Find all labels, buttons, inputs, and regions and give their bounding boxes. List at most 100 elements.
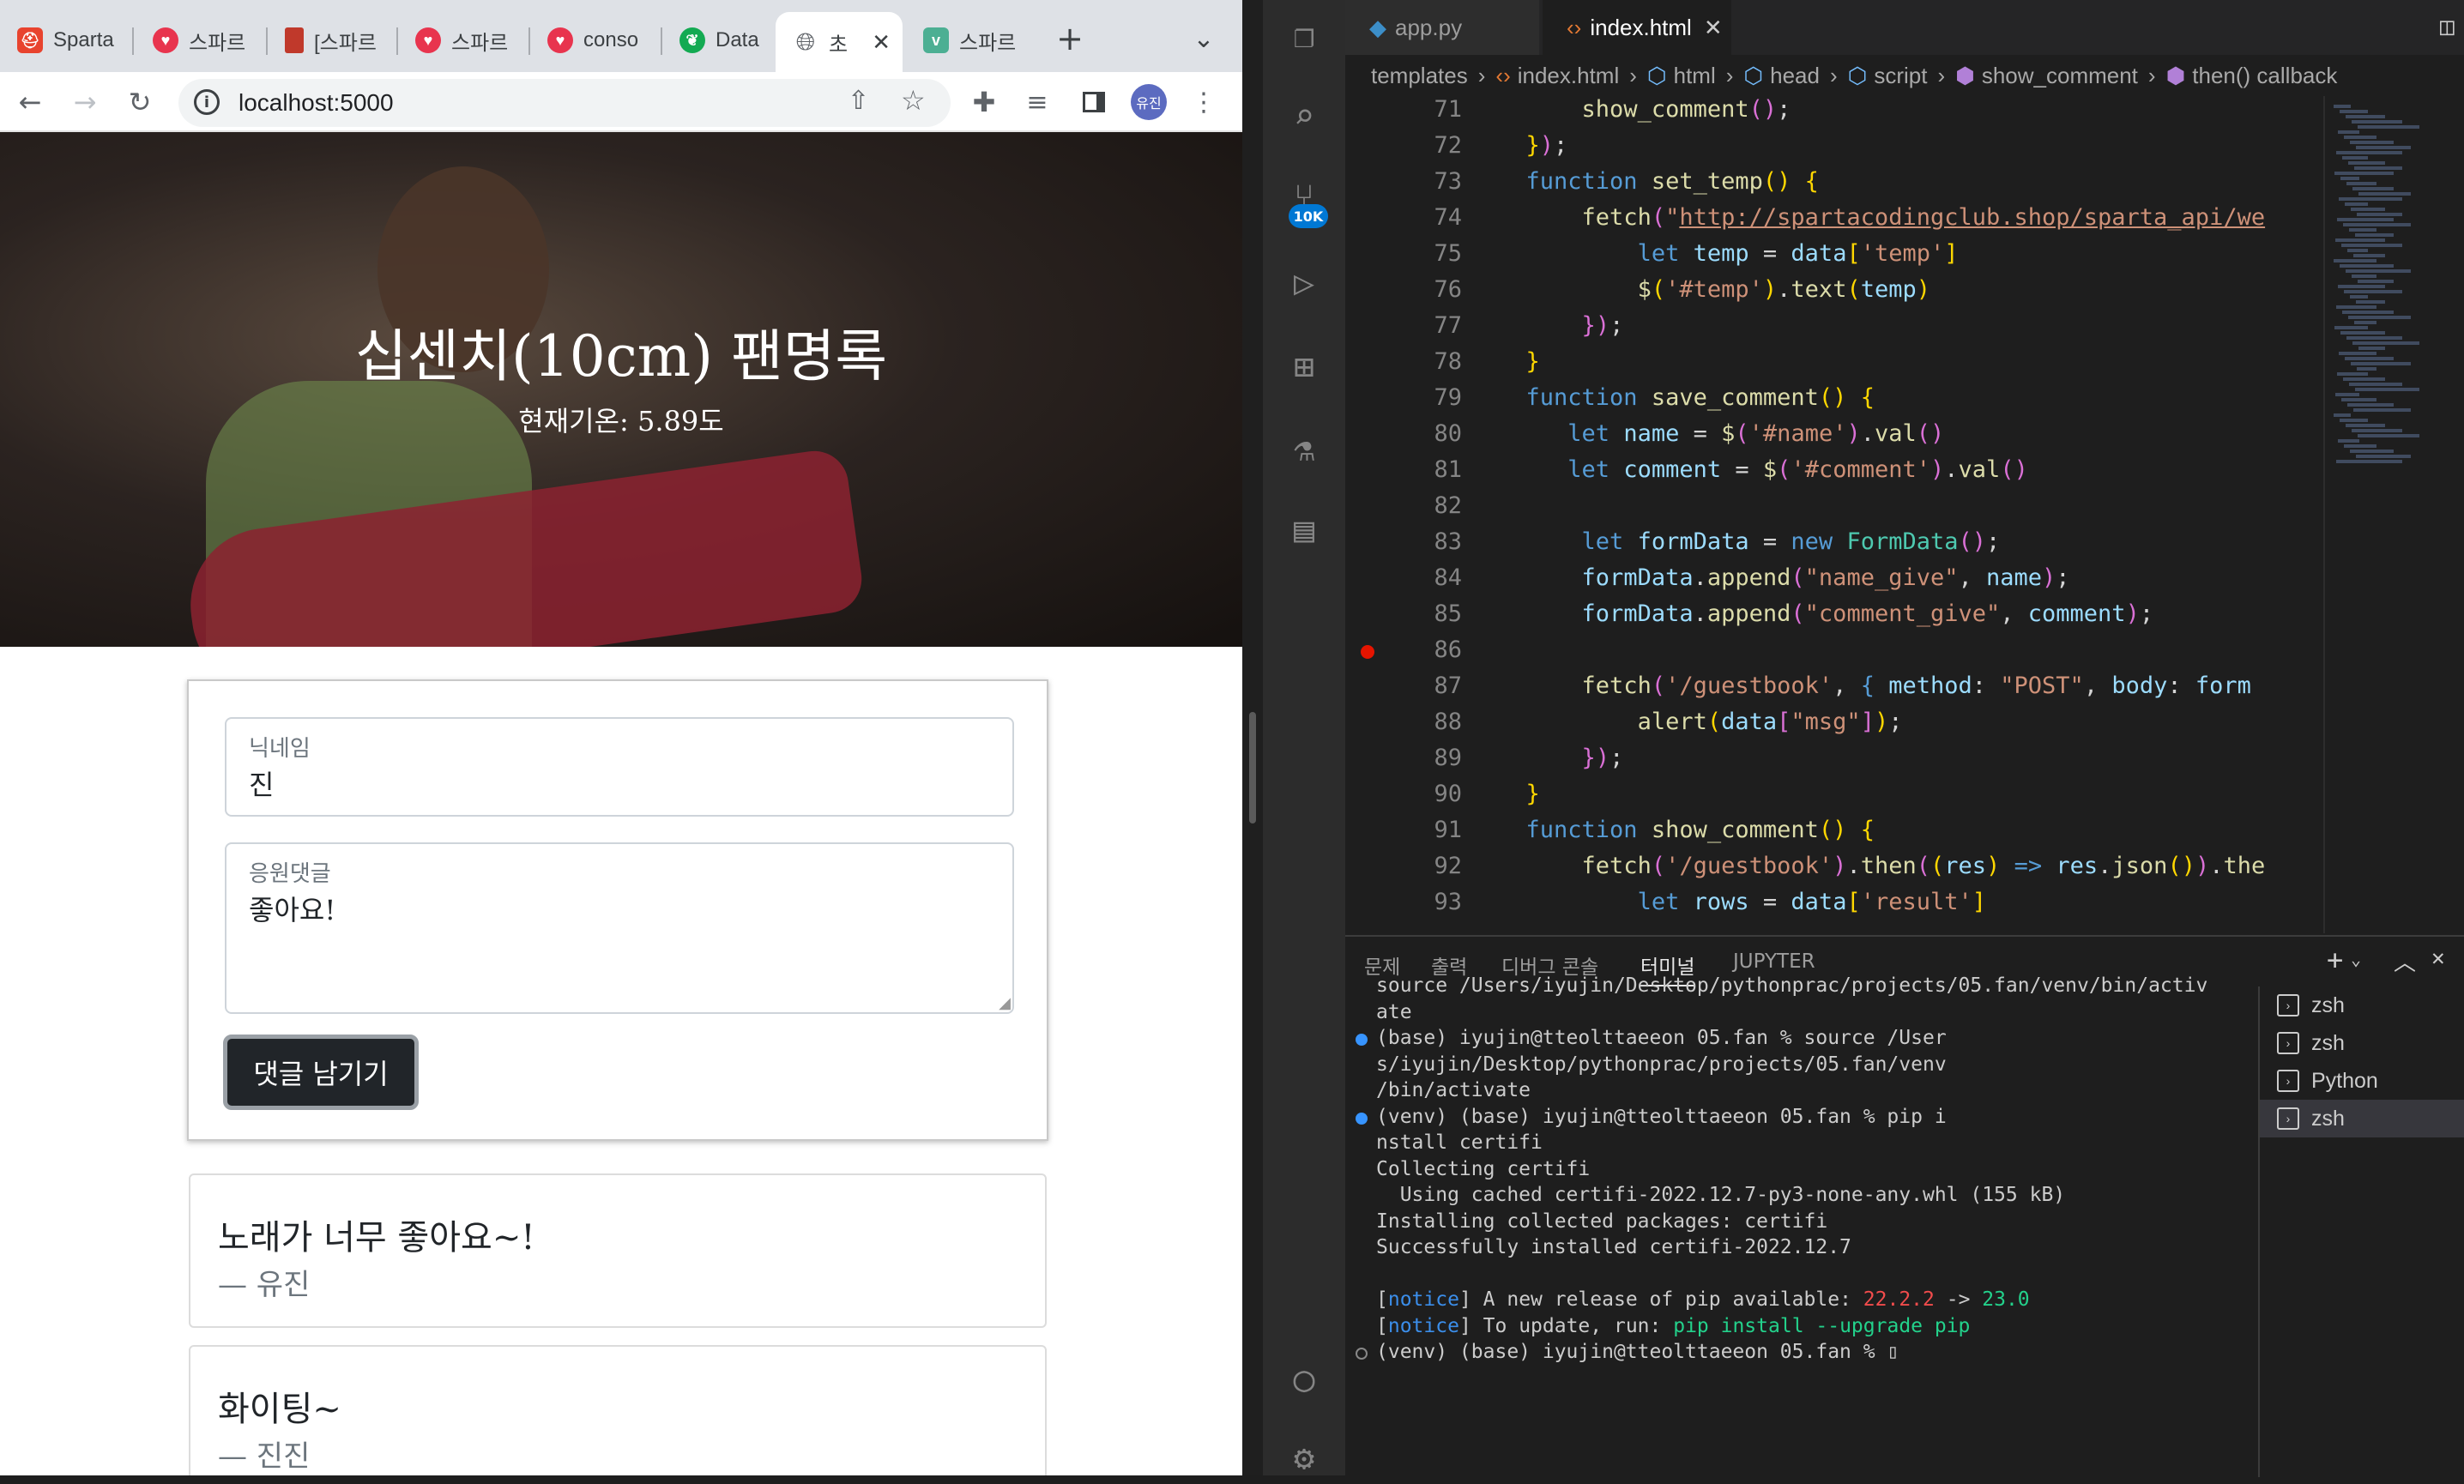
command-decoration-icon[interactable] [1356, 1348, 1368, 1360]
browser-tab[interactable]: ♥ 스파르 [398, 17, 527, 63]
minimap[interactable] [2323, 96, 2464, 933]
extensions-icon[interactable]: ✚ [964, 82, 1004, 122]
browser-tab[interactable]: ♥ conso [530, 17, 659, 63]
terminal-list: › zsh › zsh › Python › zsh [2258, 986, 2464, 1477]
panel-tab-jupyter[interactable]: JUPYTER [1733, 950, 1815, 973]
close-tab-icon[interactable]: ✕ [872, 29, 891, 56]
chevron-down-icon[interactable]: ⌄ [2351, 949, 2361, 969]
breadcrumb-item[interactable]: head [1770, 63, 1820, 89]
media-queue-icon[interactable]: ≡ [1018, 82, 1057, 122]
breadcrumb-item[interactable]: templates [1371, 63, 1468, 89]
settings-gear-icon[interactable]: ⚙ [1278, 1433, 1330, 1484]
line-number: 77 [1434, 312, 1462, 339]
back-icon[interactable]: ← [10, 82, 50, 122]
code-line: alert(data["msg"]); [1637, 709, 1903, 735]
nickname-input[interactable]: 진 [249, 763, 274, 803]
bookmark-star-icon[interactable]: ☆ [901, 84, 926, 117]
side-panel-icon[interactable] [1074, 82, 1114, 122]
close-panel-icon[interactable]: ✕ [2431, 945, 2445, 971]
extensions-icon[interactable]: ⊞ [1278, 341, 1330, 393]
forward-icon[interactable]: → [65, 82, 105, 122]
command-decoration-icon[interactable] [1356, 1112, 1368, 1125]
minimap-line [2338, 130, 2359, 134]
line-number: 85 [1434, 600, 1462, 627]
search-icon[interactable]: ⌕ [1278, 91, 1330, 142]
minimap-line [2357, 213, 2402, 216]
browser-tab[interactable]: [스파르 [268, 17, 395, 63]
tab-label: Sparta [53, 28, 114, 51]
menu-kebab-icon[interactable]: ⋮ [1184, 82, 1223, 122]
nickname-field[interactable]: 닉네임 진 [225, 717, 1014, 817]
browser-tab[interactable]: ⛑ Sparta [0, 17, 129, 63]
minimap-line [2346, 115, 2385, 118]
minimap-line [2351, 362, 2411, 365]
mongodb-leaf-icon: ❦ [679, 27, 705, 53]
browser-tab[interactable]: ❦ Data [662, 17, 774, 63]
profile-avatar[interactable]: 유진 [1131, 84, 1167, 120]
testing-flask-icon[interactable]: ⚗ [1278, 424, 1330, 475]
accounts-icon[interactable]: ◯ [1278, 1354, 1330, 1405]
html-file-icon: ‹› [1567, 14, 1582, 40]
maximize-panel-icon[interactable]: ︿ [2394, 945, 2416, 977]
breadcrumb-item[interactable]: html [1674, 63, 1716, 89]
explorer-icon[interactable]: ❐ [1278, 10, 1330, 62]
line-number: 78 [1434, 348, 1462, 375]
save-comment-button[interactable]: 댓글 남기기 [223, 1035, 419, 1110]
line-number: 81 [1434, 456, 1462, 483]
terminal-item[interactable]: › zsh [2260, 1024, 2464, 1062]
source-control-badge: 10K [1289, 204, 1328, 228]
address-bar[interactable]: i localhost:5000 ⇧ ☆ [178, 79, 951, 127]
window-splitter[interactable] [1242, 0, 1263, 1475]
reload-icon[interactable]: ↻ [120, 82, 160, 122]
hero-banner: 십센치(10cm) 팬명록 현재기온: 5.89도 [0, 132, 1242, 647]
tab-search-button[interactable]: ⌄ [1184, 19, 1223, 58]
activity-bar: ❐ ⌕ ⑂ 10K ▷ ⊞ ⚗ ▤ ◯ ⚙ [1263, 0, 1345, 1478]
notebook-icon[interactable]: ▤ [1278, 504, 1330, 556]
tab-label: Data [716, 28, 759, 51]
terminal-item[interactable]: › zsh [2260, 986, 2464, 1024]
resize-handle-icon[interactable]: ◢ [999, 994, 1011, 1012]
breadcrumb-item[interactable]: show_comment [1982, 63, 2138, 89]
code-editor[interactable]: 71 72 73 74 75 76 77 78 79 80 81 82 83 84 85 86 87 88 89 90… [1345, 96, 2464, 933]
chevron-right-icon: › [1477, 62, 1486, 88]
browser-tab-active[interactable]: 🌐︎ 초 ✕ [776, 12, 903, 72]
terminal-item-active[interactable]: › zsh [2260, 1100, 2464, 1137]
line-number: 92 [1434, 853, 1462, 879]
comment-textarea[interactable]: 좋아요! [249, 889, 335, 928]
code-line: show_comment(); [1581, 96, 1791, 123]
terminal-item[interactable]: › Python [2260, 1062, 2464, 1100]
split-editor-icon[interactable]: ◫ [2440, 12, 2455, 40]
minimap-line [2345, 357, 2394, 360]
minimap-line [2346, 424, 2385, 427]
tab-label: 스파르 [451, 31, 509, 55]
splitter-handle[interactable] [1249, 712, 1256, 823]
minimap-line [2347, 249, 2368, 252]
breakpoint-icon[interactable] [1361, 645, 1374, 659]
breadcrumb-item[interactable]: then() callback [2192, 63, 2337, 89]
new-terminal-icon[interactable]: + [2327, 944, 2343, 976]
line-number: 71 [1434, 96, 1462, 123]
comment-field[interactable]: 응원댓글 좋아요! ◢ [225, 842, 1014, 1014]
minimap-line [2338, 439, 2359, 443]
minimap-line [2348, 161, 2385, 165]
minimap-line [2358, 280, 2394, 283]
browser-toolbar: ← → ↻ i localhost:5000 ⇧ ☆ ✚ ≡ 유진 ⋮ [0, 72, 1242, 132]
code-line: $('#temp').text(temp) [1637, 276, 1931, 303]
minimap-line [2354, 166, 2402, 170]
minimap-line [2354, 321, 2376, 324]
site-info-icon[interactable]: i [194, 89, 220, 115]
browser-tab[interactable]: ♥ 스파르 [136, 17, 264, 63]
html-file-icon: ‹› [1495, 62, 1511, 88]
tab-app-py[interactable]: ◆ app.py [1345, 0, 1541, 55]
sparta-icon: ⛑ [17, 27, 43, 53]
minimap-line [2352, 187, 2394, 190]
breadcrumb-item[interactable]: script [1874, 63, 1927, 89]
command-decoration-icon[interactable] [1356, 1034, 1368, 1046]
share-icon[interactable]: ⇧ [848, 86, 869, 116]
new-tab-button[interactable]: + [1050, 19, 1090, 58]
run-debug-icon[interactable]: ▷ [1278, 257, 1330, 309]
close-icon[interactable]: ✕ [1704, 15, 1723, 41]
breadcrumb-item[interactable]: index.html [1518, 63, 1620, 89]
tab-index-html[interactable]: ‹› index.html ✕ [1543, 0, 1731, 55]
browser-tab[interactable]: v 스파르 [906, 17, 1026, 63]
